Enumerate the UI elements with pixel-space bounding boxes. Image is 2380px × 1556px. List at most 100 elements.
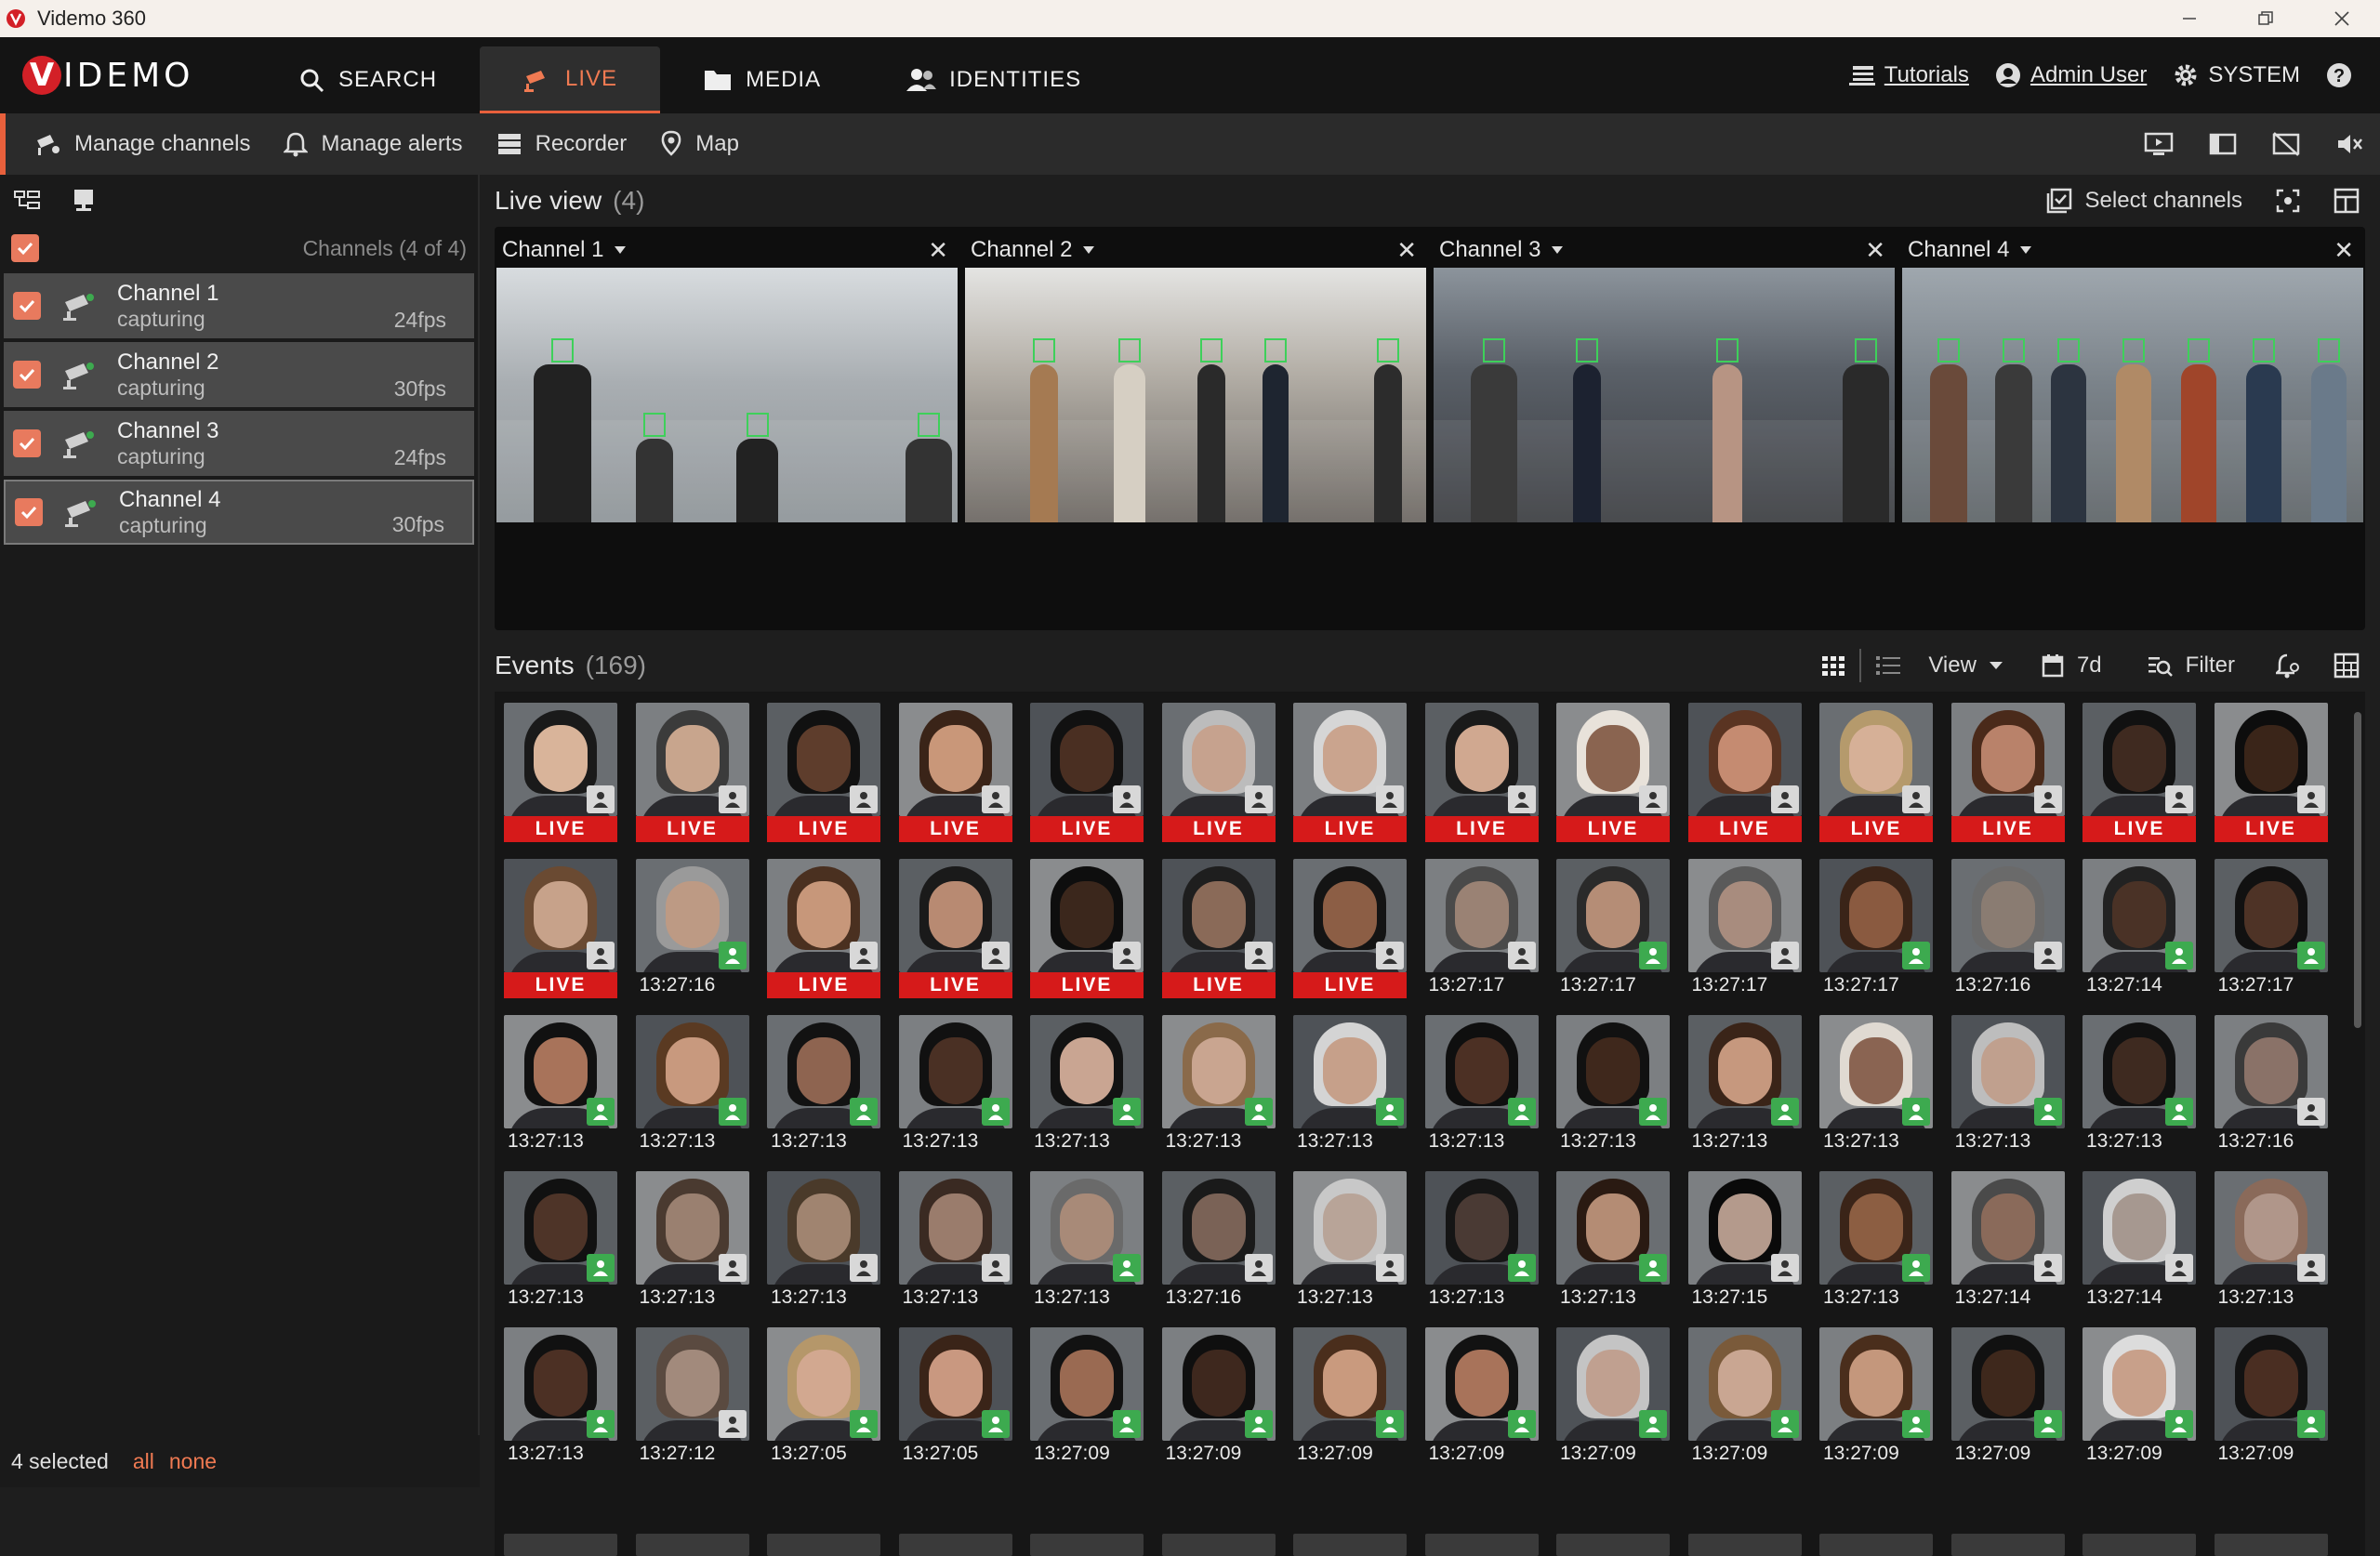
identity-badge[interactable]	[718, 942, 747, 969]
identity-badge[interactable]	[2033, 942, 2062, 969]
channel-tree-button[interactable]	[13, 188, 41, 214]
mute-button[interactable]	[2335, 131, 2363, 157]
event-thumbnail[interactable]: LIVE	[1161, 703, 1276, 842]
identity-badge[interactable]	[718, 1254, 747, 1282]
event-thumbnail[interactable]: 13:27:14	[2082, 1171, 2196, 1311]
identity-badge[interactable]	[2033, 1410, 2062, 1438]
chevron-down-icon[interactable]	[613, 244, 628, 256]
layout-button[interactable]	[2334, 188, 2360, 214]
identity-badge[interactable]	[850, 942, 878, 969]
event-thumbnail[interactable]: 13:27:13	[2214, 1171, 2328, 1311]
identity-badge[interactable]	[1244, 1254, 1273, 1282]
event-thumbnail[interactable]: 13:27:12	[635, 1327, 749, 1467]
event-thumbnail[interactable]: LIVE	[1424, 703, 1539, 842]
channel-checkbox[interactable]	[13, 429, 41, 457]
identity-badge[interactable]	[1244, 785, 1273, 813]
event-thumbnail[interactable]: 13:27:05	[898, 1327, 1012, 1467]
liveview-channel-label[interactable]: Channel 1	[502, 237, 603, 263]
event-thumb-partial[interactable]	[1687, 1534, 1802, 1556]
event-thumbnail[interactable]: 13:27:13	[767, 1171, 880, 1311]
event-thumbnail[interactable]: LIVE	[898, 703, 1012, 842]
event-thumbnail[interactable]: 13:27:09	[1030, 1327, 1144, 1467]
restore-button[interactable]	[2228, 0, 2304, 37]
channel-checkbox[interactable]	[15, 498, 43, 526]
identity-badge[interactable]	[2165, 1254, 2193, 1282]
event-thumbnail[interactable]: 13:27:13	[1030, 1015, 1144, 1154]
event-thumbnail[interactable]: 13:27:09	[2214, 1327, 2328, 1467]
identity-badge[interactable]	[1902, 1410, 1930, 1438]
event-thumbnail[interactable]: LIVE	[1293, 703, 1407, 842]
event-thumbnail[interactable]: 13:27:13	[898, 1015, 1012, 1154]
screen-output-button[interactable]	[2144, 131, 2174, 157]
event-thumbnail[interactable]: 13:27:09	[1687, 1327, 1802, 1467]
channel-row[interactable]: Channel 4 capturing 30fps	[4, 480, 474, 545]
event-thumbnail[interactable]: LIVE	[504, 859, 617, 998]
identity-badge[interactable]	[1639, 1410, 1667, 1438]
select-channels-button[interactable]: Select channels	[2046, 188, 2242, 214]
event-thumbnail[interactable]: 13:27:14	[2082, 859, 2196, 998]
identity-badge[interactable]	[1770, 1410, 1799, 1438]
identity-badge[interactable]	[1244, 1410, 1273, 1438]
event-thumbnail[interactable]: 13:27:13	[1819, 1171, 1933, 1311]
identity-badge[interactable]	[2033, 1254, 2062, 1282]
identity-badge[interactable]	[1639, 942, 1667, 969]
identity-badge[interactable]	[1902, 942, 1930, 969]
event-thumb-partial[interactable]	[635, 1534, 749, 1556]
event-thumb-partial[interactable]	[2214, 1534, 2328, 1556]
event-thumbnail[interactable]: LIVE	[767, 703, 880, 842]
channel-row[interactable]: Channel 1 capturing 24fps	[4, 273, 474, 338]
identity-badge[interactable]	[850, 1098, 878, 1126]
identity-badge[interactable]	[981, 1098, 1010, 1126]
identity-badge[interactable]	[1639, 785, 1667, 813]
event-thumbnail[interactable]: 13:27:09	[1950, 1327, 2065, 1467]
event-thumb-partial[interactable]	[2082, 1534, 2196, 1556]
event-thumb-partial[interactable]	[504, 1534, 617, 1556]
liveview-channel-label[interactable]: Channel 4	[1908, 237, 2009, 263]
event-thumbnail[interactable]: 13:27:13	[504, 1015, 617, 1154]
select-none-link[interactable]: none	[169, 1449, 217, 1474]
event-thumbnail[interactable]: 13:27:13	[504, 1327, 617, 1467]
event-thumbnail[interactable]: LIVE	[2214, 703, 2328, 842]
channel-row[interactable]: Channel 3 capturing 24fps	[4, 411, 474, 476]
identity-badge[interactable]	[2165, 1410, 2193, 1438]
chevron-down-icon[interactable]	[2018, 244, 2033, 256]
minimize-button[interactable]	[2151, 0, 2228, 37]
channel-checkbox[interactable]	[13, 292, 41, 320]
identity-badge[interactable]	[1113, 1098, 1141, 1126]
hide-video-button[interactable]	[2272, 131, 2300, 157]
identity-badge[interactable]	[1507, 1410, 1536, 1438]
identity-badge[interactable]	[1507, 1098, 1536, 1126]
tab-media[interactable]: MEDIA	[660, 46, 864, 113]
identity-badge[interactable]	[1244, 942, 1273, 969]
event-thumbnail[interactable]: 13:27:13	[1687, 1015, 1802, 1154]
close-cell-icon[interactable]: ✕	[2334, 236, 2354, 265]
identity-badge[interactable]	[1770, 942, 1799, 969]
identity-badge[interactable]	[1770, 1254, 1799, 1282]
event-thumbnail[interactable]: LIVE	[1293, 859, 1407, 998]
identity-badge[interactable]	[587, 785, 615, 813]
identity-badge[interactable]	[1902, 1254, 1930, 1282]
event-thumbnail[interactable]: LIVE	[898, 859, 1012, 998]
identity-badge[interactable]	[1507, 1254, 1536, 1282]
event-thumb-partial[interactable]	[1161, 1534, 1276, 1556]
map-button[interactable]: Map	[660, 130, 739, 158]
identity-badge[interactable]	[1770, 785, 1799, 813]
event-thumbnail[interactable]: LIVE	[1030, 859, 1144, 998]
select-all-link[interactable]: all	[133, 1449, 154, 1474]
event-layout-button[interactable]	[2334, 653, 2360, 679]
identity-badge[interactable]	[2165, 942, 2193, 969]
event-thumb-partial[interactable]	[1950, 1534, 2065, 1556]
event-thumbnail[interactable]: 13:27:16	[635, 859, 749, 998]
event-thumbnail[interactable]: 13:27:13	[767, 1015, 880, 1154]
identity-badge[interactable]	[1376, 785, 1404, 813]
identity-badge[interactable]	[718, 1410, 747, 1438]
event-thumbnail[interactable]: LIVE	[1161, 859, 1276, 998]
event-thumbnail[interactable]: 13:27:13	[1293, 1171, 1407, 1311]
manage-alerts-button[interactable]: Manage alerts	[284, 131, 463, 157]
tab-search[interactable]: SEARCH	[255, 46, 480, 113]
identity-badge[interactable]	[2296, 1410, 2325, 1438]
date-range-button[interactable]: 7d	[2042, 653, 2102, 679]
liveview-channel-label[interactable]: Channel 3	[1439, 237, 1540, 263]
event-thumbnail[interactable]: 13:27:13	[1556, 1171, 1670, 1311]
identity-badge[interactable]	[1113, 785, 1141, 813]
